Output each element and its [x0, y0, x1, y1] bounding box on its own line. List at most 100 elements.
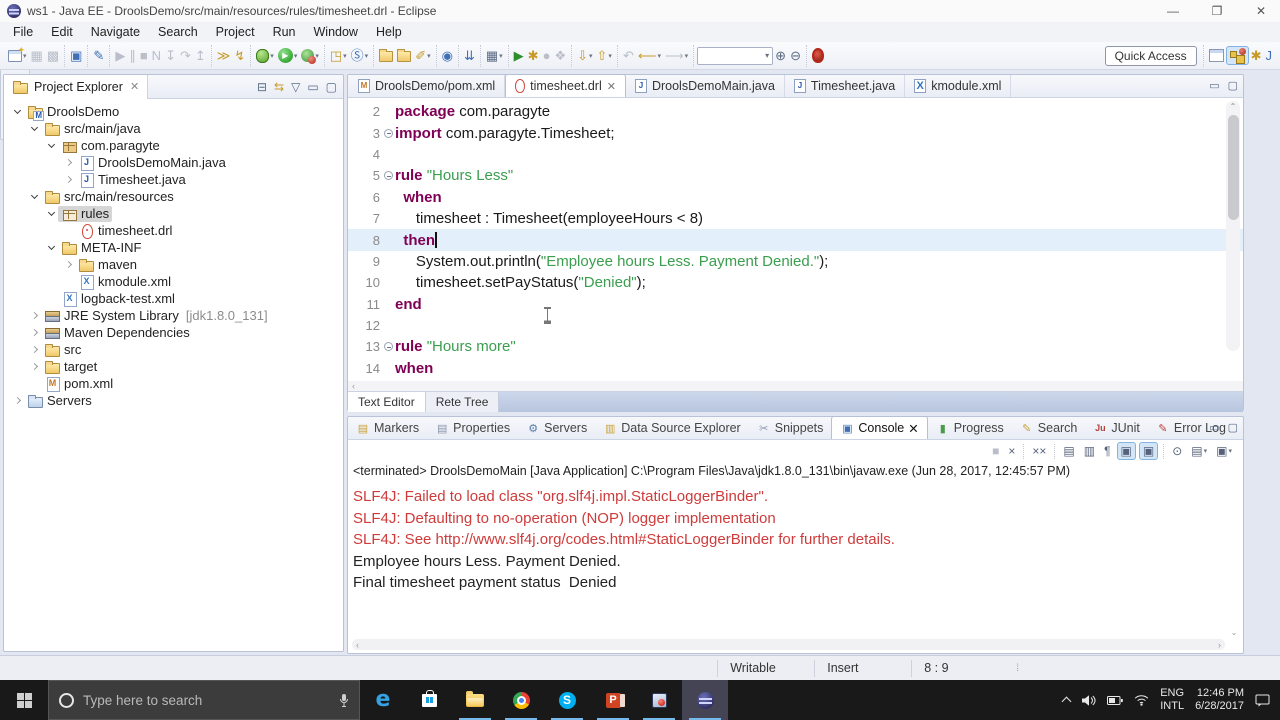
forward-button[interactable]: ⟶ ▾ [663, 47, 690, 64]
chevron-collapsed-icon[interactable] [61, 175, 75, 184]
clock[interactable]: 12:46 PM 6/28/2017 [1195, 687, 1244, 713]
taskbar-app-store[interactable] [406, 680, 452, 720]
word-wrap-button[interactable]: ¶ [1101, 443, 1113, 459]
minimize-editor-icon[interactable]: ▭ [1209, 79, 1219, 92]
chevron-collapsed-icon[interactable] [27, 362, 41, 371]
debug-drools-button[interactable]: ✱ [526, 47, 541, 64]
step-filters-button[interactable]: N [150, 47, 163, 64]
chevron-collapsed-icon[interactable] [10, 396, 24, 405]
console-output[interactable]: SLF4J: Failed to load class "org.slf4j.i… [348, 480, 1243, 594]
suspend-button[interactable]: ∥ [127, 47, 138, 64]
taskbar-app-chrome[interactable] [498, 680, 544, 720]
wifi-icon[interactable] [1134, 694, 1149, 706]
clear-console-button[interactable]: ▤ [1060, 443, 1077, 459]
start-server-button[interactable]: ▶ [512, 47, 526, 64]
menu-run[interactable]: Run [264, 23, 305, 41]
view-tab-console[interactable]: ▣ Console ✕ [831, 416, 928, 439]
close-tab-icon[interactable]: ✕ [607, 80, 616, 93]
fold-marker-icon[interactable] [382, 342, 395, 352]
new-web-project-dropdown-icon[interactable]: ▾ [343, 52, 347, 60]
open-console-button[interactable]: ▣ ▾ [1213, 443, 1235, 459]
scroll-down-icon[interactable]: ⌄ [1231, 628, 1238, 637]
code-area[interactable]: 2 package com.paragyte 3 import com.paragyt… [348, 98, 1243, 381]
upload-button[interactable]: ⇧ ▾ [595, 47, 614, 64]
open-perspective-button[interactable] [1207, 48, 1226, 63]
view-tab-data-source-explorer[interactable]: ▥ Data Source Explorer [595, 417, 749, 439]
collapse-all-icon[interactable]: ⊟ [257, 80, 267, 94]
scroll-lock-button[interactable]: ▥ [1081, 443, 1098, 459]
chevron-expanded-icon[interactable] [27, 191, 41, 200]
mode-tab-text-editor[interactable]: Text Editor [348, 392, 426, 412]
console-view-button[interactable]: ▣ [68, 47, 84, 64]
view-tab-servers[interactable]: ⚙ Servers [518, 417, 595, 439]
save-download-button[interactable]: ⇩ ▾ [575, 47, 594, 64]
pause-server-button[interactable]: ❖ [552, 47, 568, 64]
new-web-project-button[interactable]: ◳ ▾ [328, 47, 349, 64]
view-tab-junit[interactable]: Ju JUnit [1085, 417, 1147, 439]
dataset-table-button[interactable]: ▦ ▾ [484, 47, 505, 64]
chevron-expanded-icon[interactable] [44, 140, 58, 149]
project-explorer-tab[interactable]: Project Explorer ✕ [4, 74, 149, 99]
console-horizontal-scrollbar[interactable]: ‹ › [352, 639, 1225, 650]
tree-item-rules[interactable]: rules [4, 205, 343, 222]
maximize-console-icon[interactable]: ▢ [1228, 421, 1238, 434]
step-over-button[interactable]: ↷ [178, 47, 193, 64]
open-console-dropdown-icon[interactable]: ▾ [1228, 447, 1232, 455]
tree-item-src-main-java[interactable]: src/main/java [4, 120, 343, 137]
stop-server-button[interactable]: ● [541, 47, 553, 64]
back-dropdown-icon[interactable]: ▾ [657, 52, 661, 60]
editor-horizontal-scrollbar[interactable]: ‹ [348, 381, 1243, 391]
start-button[interactable] [0, 680, 48, 720]
taskbar-app-screen-recorder[interactable] [636, 680, 682, 720]
run-button[interactable]: ▶ ▾ [276, 47, 300, 64]
scroll-right-icon[interactable]: › [1218, 640, 1221, 650]
step-return-button[interactable]: ↥ [193, 47, 208, 64]
tree-item-src[interactable]: src [4, 341, 343, 358]
volume-icon[interactable] [1081, 694, 1096, 707]
tree-item-droolsdemomain-java[interactable]: DroolsDemoMain.java [4, 154, 343, 171]
resume-button[interactable]: ▶ [113, 47, 127, 64]
view-tab-search[interactable]: ✎ Search [1012, 417, 1086, 439]
save-all-button[interactable]: ▩ [45, 47, 61, 64]
minimize-button[interactable]: — [1154, 0, 1192, 22]
tree-item-timesheet-java[interactable]: Timesheet.java [4, 171, 343, 188]
dataset-table-dropdown-icon[interactable]: ▾ [499, 52, 503, 60]
debug-dropdown-icon[interactable]: ▾ [270, 52, 274, 60]
scroll-left-icon[interactable]: ‹ [356, 640, 359, 650]
open-file-button[interactable] [395, 48, 413, 63]
profile-button[interactable]: ▾ [299, 48, 321, 64]
chevron-expanded-icon[interactable] [10, 106, 24, 115]
tree-item-servers[interactable]: Servers [4, 392, 343, 409]
menu-file[interactable]: File [4, 23, 42, 41]
terminate-button[interactable]: ■ [989, 443, 1002, 459]
remove-launch-button[interactable]: × [1005, 443, 1018, 459]
close-button[interactable]: ✕ [1242, 0, 1280, 22]
menu-navigate[interactable]: Navigate [82, 23, 149, 41]
tree-item-logback-test-xml[interactable]: logback-test.xml [4, 290, 343, 307]
taskbar-app-file-explorer[interactable] [452, 680, 498, 720]
minimize-view-icon[interactable]: ▭ [307, 80, 318, 94]
pin-console-button[interactable]: ⊙ [1169, 443, 1185, 459]
console-vertical-scrollbar[interactable]: ⌄ [1228, 487, 1240, 637]
maximize-editor-icon[interactable]: ▢ [1228, 79, 1238, 92]
tree-item-maven[interactable]: maven [4, 256, 343, 273]
editor-tab-droolsdemo-pom-xml[interactable]: M DroolsDemo/pom.xml [349, 75, 506, 97]
action-center-icon[interactable] [1255, 694, 1270, 707]
open-resource-button[interactable] [377, 48, 395, 63]
tree-item-kmodule-xml[interactable]: kmodule.xml [4, 273, 343, 290]
run-dropdown-icon[interactable]: ▾ [294, 52, 298, 60]
tree-item-pom-xml[interactable]: pom.xml [4, 375, 343, 392]
taskbar-app-eclipse[interactable] [682, 680, 728, 720]
scroll-up-icon[interactable]: ⌃ [1226, 102, 1240, 111]
zoom-out-button[interactable]: ⊖ [788, 47, 803, 64]
forward-dropdown-icon[interactable]: ▾ [685, 52, 689, 60]
back-button[interactable]: ⟵ ▾ [636, 47, 663, 64]
menu-help[interactable]: Help [367, 23, 411, 41]
maximize-view-icon[interactable]: ▢ [326, 80, 337, 94]
menu-search[interactable]: Search [149, 23, 207, 41]
tree-item-maven-dependencies[interactable]: Maven Dependencies [4, 324, 343, 341]
quick-access-button[interactable]: Quick Access [1104, 45, 1197, 66]
text-zoom-combo-box[interactable]: ▾ [697, 46, 774, 65]
view-tab-progress[interactable]: ▮ Progress [928, 417, 1012, 439]
tree-item-droolsdemo[interactable]: M DroolsDemo [4, 103, 343, 121]
